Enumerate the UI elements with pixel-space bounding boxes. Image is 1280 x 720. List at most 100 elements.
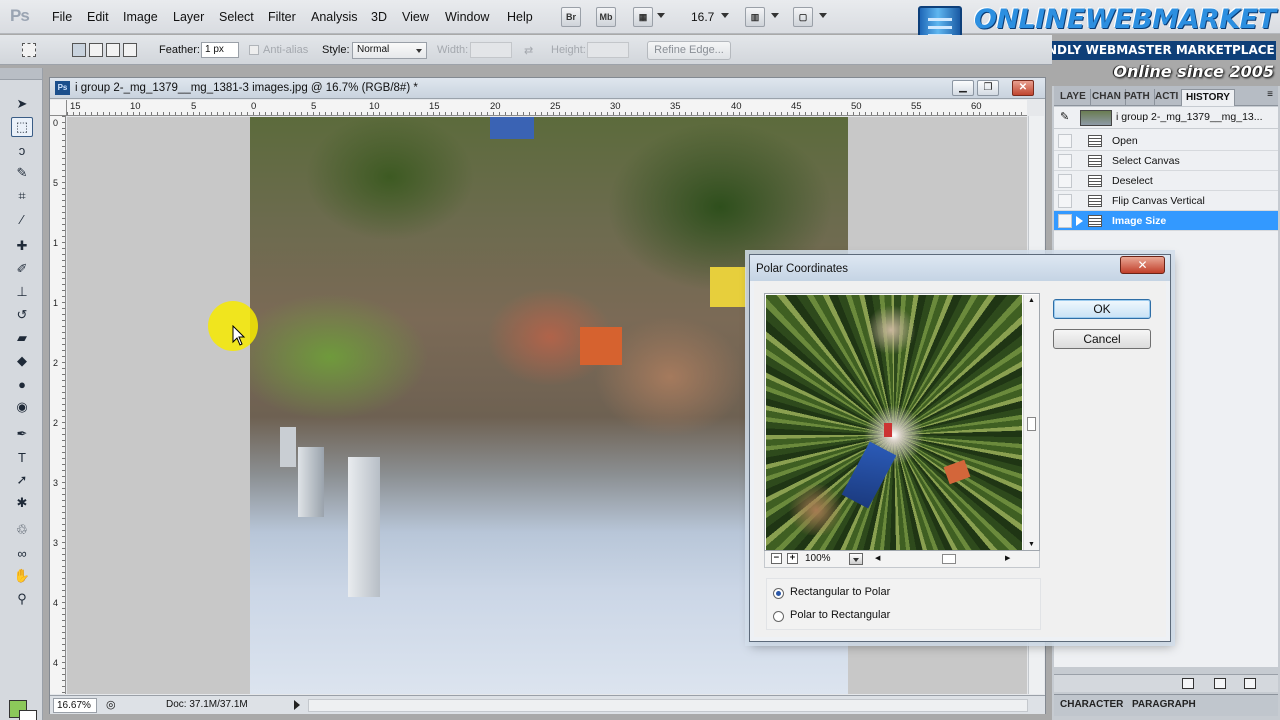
screen-mode-icon[interactable]: ▢ [793, 7, 813, 27]
history-source-checkbox[interactable] [1058, 214, 1072, 228]
intersect-selection-icon[interactable] [123, 43, 137, 57]
zoom-icon[interactable]: ⚲ [11, 589, 33, 609]
preview-vertical-scrollbar[interactable]: ▲ ▼ [1023, 295, 1039, 550]
new-document-from-state-icon[interactable] [1182, 678, 1194, 689]
background-color-swatch[interactable] [19, 710, 37, 720]
marquee-icon[interactable]: ⬚ [11, 117, 33, 137]
scroll-up-icon[interactable]: ▲ [1028, 297, 1035, 304]
history-item[interactable]: Select Canvas [1054, 151, 1278, 171]
add-selection-icon[interactable] [89, 43, 103, 57]
antialias-checkbox[interactable] [249, 45, 259, 55]
arrange-documents-icon[interactable]: ▥ [745, 7, 765, 27]
history-item[interactable]: Deselect [1054, 171, 1278, 191]
tab-character[interactable]: CHARACTER [1060, 699, 1123, 710]
3d-rotate-icon[interactable]: ♲ [11, 520, 33, 540]
view-extras-icon[interactable]: ▦ [633, 7, 653, 27]
history-snapshot[interactable]: ✎ i group 2-_mg_1379__mg_13... [1054, 107, 1278, 129]
healing-icon[interactable]: ✚ [11, 236, 33, 256]
status-menu-arrow-icon[interactable] [294, 700, 300, 710]
new-snapshot-icon[interactable] [1214, 678, 1226, 689]
zoom-level[interactable]: 16.7 [691, 10, 714, 24]
history-source-checkbox[interactable] [1058, 174, 1072, 188]
document-titlebar[interactable]: Ps i group 2-_mg_1379__mg_1381-3 images.… [50, 78, 1045, 99]
3d-orbit-icon[interactable]: ∞ [11, 543, 33, 563]
tab-paragraph[interactable]: PARAGRAPH [1132, 699, 1196, 710]
polar-to-rectangular-label[interactable]: Polar to Rectangular [790, 609, 890, 621]
scroll-thumb[interactable] [1027, 417, 1036, 431]
horizontal-ruler[interactable]: 15 10 5 0 5 10 15 20 25 30 35 40 45 50 5… [67, 100, 1027, 116]
close-icon[interactable]: ✕ [1012, 80, 1034, 96]
zoom-in-icon[interactable]: + [787, 553, 798, 564]
swap-icon[interactable]: ⇄ [524, 44, 533, 57]
menu-window[interactable]: Window [445, 10, 489, 24]
hand-icon[interactable]: ✋ [11, 566, 33, 586]
chevron-down-icon[interactable] [657, 13, 665, 18]
trash-icon[interactable] [1244, 678, 1256, 689]
menu-view[interactable]: View [402, 10, 429, 24]
tab-layers[interactable]: LAYE [1056, 89, 1091, 106]
preview-zoom-dropdown[interactable] [849, 553, 863, 565]
menu-select[interactable]: Select [219, 10, 254, 24]
eraser-icon[interactable]: ▰ [11, 328, 33, 348]
menu-filter[interactable]: Filter [268, 10, 296, 24]
cancel-button[interactable]: Cancel [1053, 329, 1151, 349]
chevron-down-icon[interactable] [819, 13, 827, 18]
mini-bridge-button[interactable]: Mb [596, 7, 616, 27]
width-input[interactable] [470, 42, 512, 58]
menu-file[interactable]: File [52, 10, 72, 24]
lasso-icon[interactable]: ↄ [11, 140, 33, 160]
menu-image[interactable]: Image [123, 10, 158, 24]
pen-icon[interactable]: ✒ [11, 424, 33, 444]
dodge-icon[interactable]: ◉ [11, 397, 33, 417]
brush-icon[interactable]: ✐ [11, 259, 33, 279]
history-item-selected[interactable]: Image Size [1054, 211, 1278, 231]
menu-help[interactable]: Help [507, 10, 533, 24]
ruler-origin[interactable] [50, 100, 67, 116]
shape-icon[interactable]: ✱ [11, 493, 33, 513]
marquee-preset-icon[interactable] [22, 43, 36, 57]
ok-button[interactable]: OK [1053, 299, 1151, 319]
scroll-left-icon[interactable]: ◀ [875, 554, 880, 562]
scroll-right-icon[interactable]: ▶ [1005, 554, 1010, 562]
move-icon[interactable]: ➤ [11, 94, 33, 114]
history-item[interactable]: Flip Canvas Vertical [1054, 191, 1278, 211]
horizontal-scrollbar[interactable] [308, 699, 1028, 712]
quick-select-icon[interactable]: ✎ [11, 163, 33, 183]
refine-edge-button[interactable]: Refine Edge... [647, 41, 731, 60]
chevron-down-icon[interactable] [771, 13, 779, 18]
dialog-titlebar[interactable]: Polar Coordinates ✕ [750, 255, 1170, 281]
height-input[interactable] [587, 42, 629, 58]
subtract-selection-icon[interactable] [106, 43, 120, 57]
zoom-field[interactable]: 16.67% [53, 698, 97, 713]
menu-edit[interactable]: Edit [87, 10, 109, 24]
minimize-icon[interactable]: ▁ [952, 80, 974, 96]
menu-layer[interactable]: Layer [173, 10, 204, 24]
bridge-button[interactable]: Br [561, 7, 581, 27]
feather-input[interactable]: 1 px [201, 42, 239, 58]
filter-preview-image[interactable] [766, 295, 1022, 550]
tab-paths[interactable]: PATH [1120, 89, 1155, 106]
menu-3d[interactable]: 3D [371, 10, 387, 24]
scroll-down-icon[interactable]: ▼ [1028, 541, 1035, 548]
type-icon[interactable]: T [11, 447, 33, 467]
history-source-checkbox[interactable] [1058, 134, 1072, 148]
chevron-down-icon[interactable] [721, 13, 729, 18]
polar-to-rectangular-radio[interactable] [773, 611, 784, 622]
menu-analysis[interactable]: Analysis [311, 10, 358, 24]
zoom-out-icon[interactable]: − [771, 553, 782, 564]
history-item[interactable]: Open [1054, 131, 1278, 151]
history-brush-icon[interactable]: ↺ [11, 305, 33, 325]
blur-icon[interactable]: ● [11, 374, 33, 394]
scroll-thumb[interactable] [942, 554, 956, 564]
tab-history[interactable]: HISTORY [1181, 89, 1235, 106]
history-source-checkbox[interactable] [1058, 154, 1072, 168]
restore-icon[interactable]: ❐ [977, 80, 999, 96]
panel-grip[interactable] [0, 68, 42, 80]
path-select-icon[interactable]: ➚ [11, 470, 33, 490]
history-source-checkbox[interactable] [1058, 194, 1072, 208]
bucket-icon[interactable]: ◆ [11, 351, 33, 371]
stamp-icon[interactable]: ⊥ [11, 282, 33, 302]
rectangular-to-polar-radio[interactable] [773, 588, 784, 599]
crop-icon[interactable]: ⌗ [11, 186, 33, 206]
vertical-ruler[interactable]: 0 5 1 1 2 2 3 3 4 4 [50, 116, 66, 694]
